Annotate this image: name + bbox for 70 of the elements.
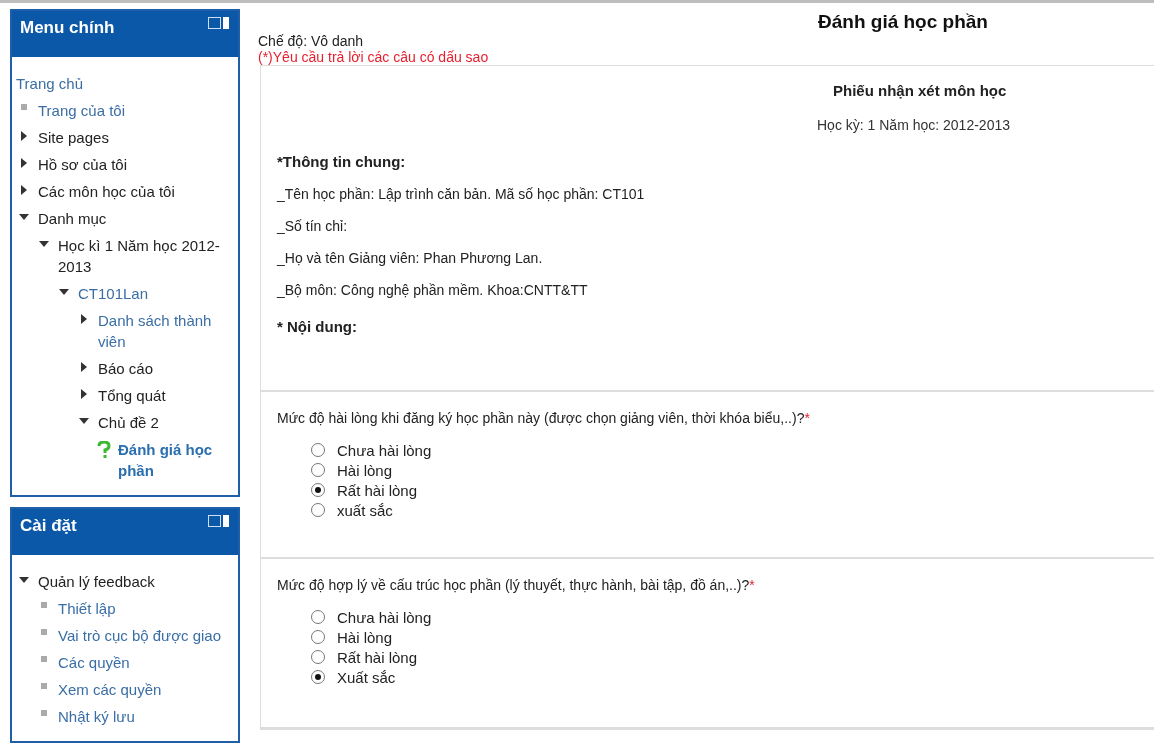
required-note: (*)Yêu cầu trả lời các câu có dấu sao [258, 49, 490, 65]
sidebar-item[interactable]: Site pages [38, 127, 109, 148]
sidebar-item[interactable]: Nhật ký lưu [58, 706, 135, 727]
sidebar-item[interactable]: Quản lý feedback [38, 571, 155, 592]
option-label: Chưa hài lòng [337, 441, 432, 459]
bullet-icon [21, 104, 27, 110]
info-line: _Họ và tên Giảng viên: Phan Phương Lan. [277, 250, 544, 266]
mode-text: Chế độ: Vô danh [258, 33, 365, 49]
collapsed-triangle-icon [19, 185, 29, 195]
dock-icon[interactable] [208, 515, 230, 527]
option-label: Xuất sắc [337, 668, 396, 686]
option-label: Hài lòng [337, 628, 393, 646]
radio-button[interactable] [311, 650, 325, 664]
sidebar-item[interactable]: Trang chủ [16, 73, 83, 94]
radio-button[interactable] [311, 610, 325, 624]
term-text: Học kỳ: 1 Năm học: 2012-2013 [817, 117, 1011, 133]
expanded-triangle-icon [79, 416, 89, 426]
sidebar-item[interactable]: Danh sách thành viên [98, 310, 234, 352]
question-text: Mức độ hài lòng khi đăng ký học phần này (được chọn giảng viên, thời khóa biểu,..)?* [277, 410, 811, 426]
radio-button[interactable] [311, 483, 325, 497]
sidebar-item[interactable]: Xem các quyền [58, 679, 162, 700]
form-heading: Phiếu nhận xét môn học [833, 82, 1008, 99]
collapsed-triangle-icon [79, 389, 89, 399]
radio-button[interactable] [311, 503, 325, 517]
bullet-icon [41, 629, 47, 635]
bullet-icon [41, 683, 47, 689]
block-title: Cài đặt [20, 516, 77, 536]
sidebar-item[interactable]: Báo cáo [98, 358, 154, 379]
expanded-triangle-icon [19, 212, 29, 222]
radio-button[interactable] [311, 630, 325, 644]
bullet-icon [41, 656, 47, 662]
collapsed-triangle-icon [19, 158, 29, 168]
option-label: Hài lòng [337, 461, 393, 479]
dock-icon[interactable] [208, 17, 230, 29]
sidebar-item[interactable]: Chủ đề 2 [98, 412, 159, 433]
sidebar-item[interactable]: Học kì 1 Năm học 2012-2013 [58, 235, 234, 277]
bullet-icon [41, 602, 47, 608]
option-label: xuất sắc [337, 501, 393, 519]
bullet-icon [41, 710, 47, 716]
sidebar-item[interactable]: CT101Lan [78, 283, 149, 304]
sidebar-item[interactable]: Các môn học của tôi [38, 181, 175, 202]
info-line: _Tên học phần: Lập trình căn bản. Mã số học phần: CT101 [277, 186, 646, 202]
page-title: Đánh giá học phần [818, 11, 989, 33]
sidebar-item[interactable]: Trang của tôi [38, 100, 125, 121]
expanded-triangle-icon [39, 239, 49, 249]
expanded-triangle-icon [19, 575, 29, 585]
sidebar-item[interactable]: Danh mục [38, 208, 107, 229]
sidebar-item[interactable]: Hồ sơ của tôi [38, 154, 128, 175]
option-label: Chưa hài lòng [337, 608, 432, 626]
info-line: _Bộ môn: Công nghệ phần mềm. Khoa:CNTT&TT [277, 282, 589, 298]
radio-button[interactable] [311, 463, 325, 477]
section-heading: *Thông tin chung: [277, 153, 407, 170]
radio-button[interactable] [311, 670, 325, 684]
sidebar-item[interactable]: Vai trò cục bộ được giao [58, 625, 221, 646]
radio-button[interactable] [311, 443, 325, 457]
collapsed-triangle-icon [79, 314, 89, 324]
collapsed-triangle-icon [19, 131, 29, 141]
section-heading: * Nội dung: [277, 318, 358, 335]
sidebar-item[interactable]: Tổng quát [98, 385, 166, 406]
sidebar-item[interactable]: Thiết lập [58, 598, 116, 619]
question-mark-icon [97, 441, 111, 459]
block-title: Menu chính [20, 18, 115, 38]
expanded-triangle-icon [59, 287, 69, 297]
question-text: Mức độ hợp lý về cấu trúc học phần (lý thuyết, thực hành, bài tập, đồ án,..)?* [277, 577, 756, 593]
option-label: Rất hài lòng [337, 481, 418, 499]
info-line: _Số tín chỉ: [277, 218, 349, 234]
option-label: Rất hài lòng [337, 648, 418, 666]
sidebar-item[interactable]: Các quyền [58, 652, 130, 673]
sidebar-item[interactable]: Đánh giá học phần [118, 439, 234, 481]
collapsed-triangle-icon [79, 362, 89, 372]
